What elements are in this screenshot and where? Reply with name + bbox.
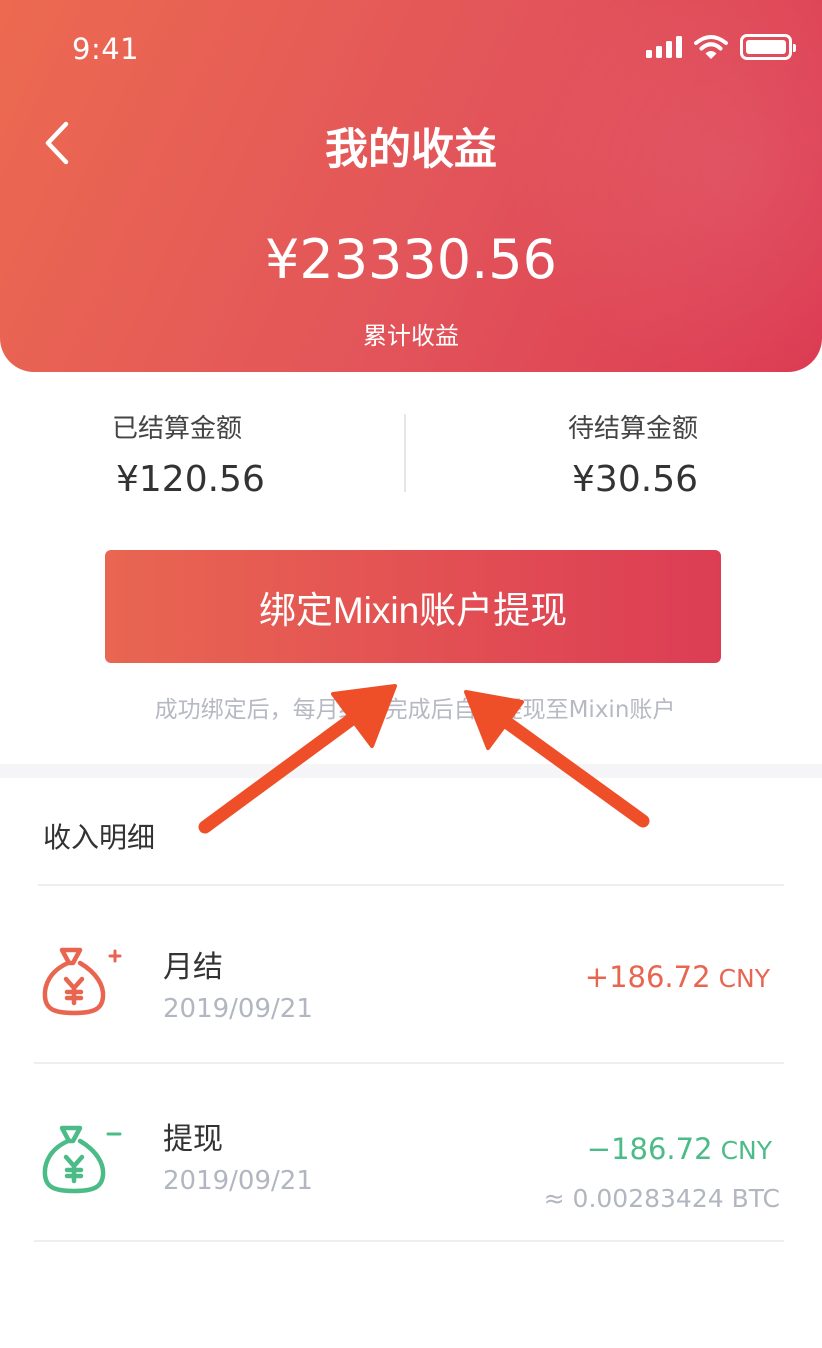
- divider: [38, 884, 784, 886]
- status-time: 9:41: [72, 32, 140, 66]
- item-btc-equivalent: ≈ 0.00283424 BTC: [543, 1184, 780, 1213]
- item-name: 月结: [163, 950, 223, 985]
- income-details-title: 收入明细: [43, 821, 156, 854]
- amount-unit: CNY: [720, 1136, 772, 1165]
- settled-value: ¥120.56: [116, 459, 265, 500]
- settled-label: 已结算金额: [112, 414, 243, 444]
- stats-divider: [404, 414, 406, 492]
- divider: [34, 1240, 784, 1242]
- cellular-signal-icon: [646, 36, 682, 58]
- total-earnings-label: 累计收益: [363, 322, 459, 350]
- amount-unit: CNY: [718, 964, 770, 993]
- pending-label: 待结算金额: [567, 414, 698, 444]
- pending-value: ¥30.56: [572, 459, 698, 500]
- item-date: 2019/09/21: [163, 994, 313, 1024]
- item-date: 2019/09/21: [163, 1166, 313, 1196]
- amount-value: −186.72: [586, 1132, 713, 1166]
- pending-stat: 待结算金额 ¥30.56: [568, 408, 698, 500]
- bind-mixin-withdraw-button[interactable]: 绑定Mixin账户提现: [105, 550, 721, 663]
- amount-value: +186.72: [584, 960, 711, 994]
- settled-stat: 已结算金额 ¥120.56: [112, 408, 265, 500]
- list-item[interactable]: 月结 2019/09/21 +186.72 CNY: [0, 942, 822, 1082]
- wifi-icon: [694, 35, 728, 59]
- earnings-stats: 已结算金额 ¥120.56 待结算金额 ¥30.56: [0, 408, 822, 504]
- withdraw-hint: 成功绑定后，每月结算完成后自动提现至Mixin账户: [154, 697, 676, 723]
- divider: [34, 1062, 784, 1064]
- section-separator: [0, 764, 822, 778]
- battery-icon: [740, 34, 796, 60]
- header: 9:41 我的收益 ¥23330.56 累计收益: [0, 0, 822, 372]
- money-bag-plus-icon: [42, 947, 122, 1016]
- money-bag-minus-icon: [42, 1125, 122, 1194]
- status-icons: [646, 34, 796, 60]
- item-name: 提现: [163, 1122, 223, 1157]
- item-amount: −186.72 CNY: [587, 1132, 772, 1166]
- total-earnings-amount: ¥23330.56: [264, 228, 558, 291]
- item-amount: +186.72 CNY: [585, 960, 770, 994]
- list-item[interactable]: 提现 2019/09/21 −186.72 CNY ≈ 0.00283424 BT…: [0, 1114, 822, 1254]
- page-title: 我的收益: [325, 125, 497, 175]
